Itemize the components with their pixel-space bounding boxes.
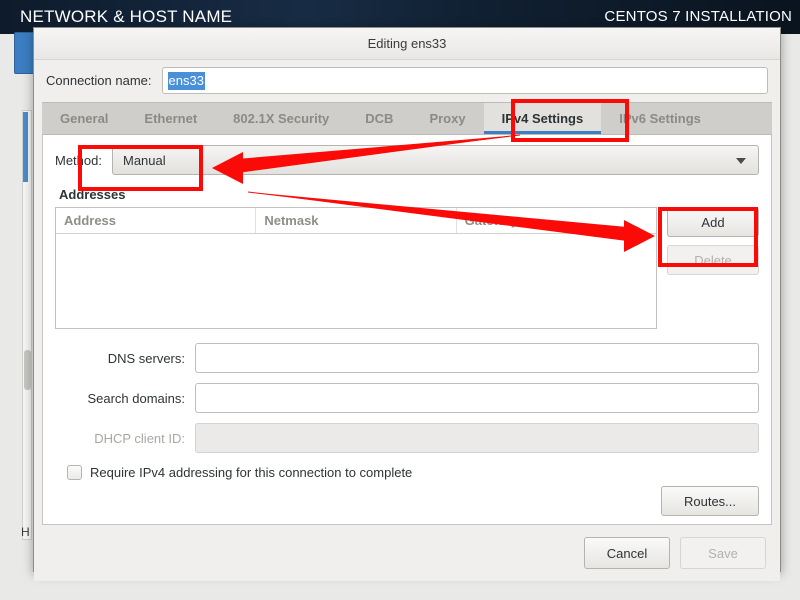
- connection-name-row: Connection name: ens33: [34, 60, 780, 102]
- dhcp-client-id-label: DHCP client ID:: [94, 430, 185, 446]
- routes-button[interactable]: Routes...: [661, 486, 759, 516]
- method-label: Method:: [55, 152, 102, 168]
- tab-ipv4-settings[interactable]: IPv4 Settings: [483, 103, 602, 134]
- installer-label: CENTOS 7 INSTALLATION: [604, 8, 792, 25]
- search-domains-row: Search domains:: [55, 383, 759, 413]
- page-title: NETWORK & HOST NAME: [20, 7, 233, 26]
- search-domains-input[interactable]: [195, 383, 759, 413]
- save-button: Save: [680, 537, 766, 569]
- addresses-table[interactable]: Address Netmask Gateway: [55, 207, 657, 329]
- connection-name-label: Connection name:: [46, 73, 152, 88]
- addresses-area: Address Netmask Gateway Add Delete: [55, 207, 759, 329]
- require-ipv4-row[interactable]: Require IPv4 addressing for this connect…: [67, 465, 759, 480]
- column-header-address: Address: [56, 208, 257, 233]
- dialog-footer: Cancel Save: [34, 525, 780, 581]
- settings-tabbar: General Ethernet 802.1X Security DCB Pro…: [42, 102, 772, 135]
- tab-ethernet[interactable]: Ethernet: [126, 103, 215, 134]
- tab-proxy[interactable]: Proxy: [411, 103, 483, 134]
- dns-servers-input[interactable]: [195, 343, 759, 373]
- connection-name-value: ens33: [167, 71, 205, 90]
- method-row: Method: Manual: [55, 145, 759, 175]
- dns-servers-label: DNS servers:: [107, 350, 185, 366]
- require-ipv4-checkbox[interactable]: [67, 465, 82, 480]
- tab-8021x-security[interactable]: 802.1X Security: [215, 103, 347, 134]
- connection-name-input[interactable]: ens33: [161, 67, 768, 94]
- ip-config-fields: DNS servers: Search domains: DHCP client…: [55, 343, 759, 463]
- routes-row: Routes...: [55, 480, 759, 516]
- cancel-button[interactable]: Cancel: [584, 537, 670, 569]
- dialog-title: Editing ens33: [367, 36, 447, 51]
- edit-connection-dialog: Editing ens33 Connection name: ens33 Gen…: [33, 27, 781, 581]
- addresses-table-body[interactable]: [56, 234, 656, 328]
- dialog-body: Connection name: ens33 General Ethernet …: [34, 60, 780, 581]
- tab-ipv6-settings[interactable]: IPv6 Settings: [601, 103, 719, 134]
- search-domains-label: Search domains:: [87, 390, 185, 406]
- add-button[interactable]: Add: [667, 207, 759, 237]
- dhcp-client-id-row: DHCP client ID:: [55, 423, 759, 453]
- chevron-down-icon: [736, 158, 746, 164]
- method-dropdown[interactable]: Manual: [111, 145, 759, 175]
- tab-general[interactable]: General: [42, 103, 126, 134]
- dhcp-client-id-input: [195, 423, 759, 453]
- column-header-netmask: Netmask: [256, 208, 457, 233]
- column-header-gateway: Gateway: [464, 213, 519, 228]
- addresses-table-header: Address Netmask Gateway: [56, 208, 656, 234]
- method-value: Manual: [122, 152, 166, 168]
- background-partial-text: H: [21, 525, 30, 539]
- require-ipv4-label: Require IPv4 addressing for this connect…: [90, 465, 413, 480]
- dialog-titlebar: Editing ens33: [34, 28, 780, 60]
- tab-dcb[interactable]: DCB: [347, 103, 411, 134]
- dns-servers-row: DNS servers:: [55, 343, 759, 373]
- delete-button: Delete: [667, 245, 759, 275]
- addresses-buttons: Add Delete: [667, 207, 759, 329]
- addresses-section-title: Addresses: [59, 187, 126, 202]
- ipv4-settings-page: Method: Manual Addresses Address Netmask…: [42, 135, 772, 525]
- background-panel-accent: [23, 112, 28, 182]
- background-scrollbar-thumb[interactable]: [24, 350, 31, 390]
